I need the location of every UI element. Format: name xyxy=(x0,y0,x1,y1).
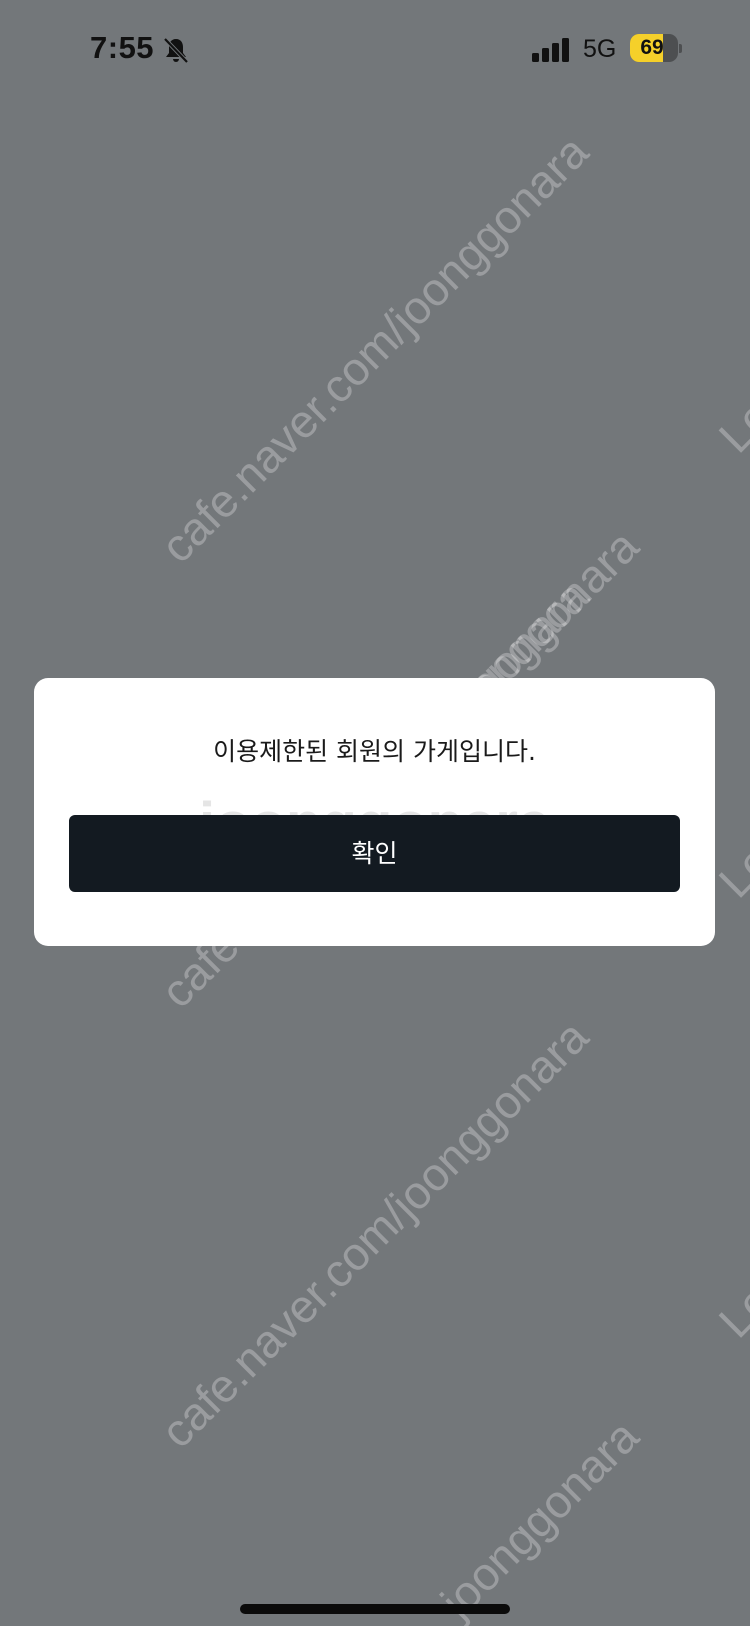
home-indicator[interactable] xyxy=(240,1604,510,1614)
bell-slash-icon xyxy=(163,37,189,64)
battery-shell: 69 xyxy=(630,34,678,62)
battery-icon: 69 xyxy=(630,34,682,62)
alert-dialog: joonggonara 이용제한된 회원의 가게입니다. 확인 xyxy=(34,678,715,946)
confirm-button[interactable]: 확인 xyxy=(69,815,680,892)
watermark-edge: Lov xyxy=(708,1258,750,1348)
dialog-message: 이용제한된 회원의 가게입니다. xyxy=(213,737,536,766)
watermark-brand: joonggonara xyxy=(430,1409,649,1626)
battery-tip xyxy=(679,44,682,53)
status-time: 7:55 xyxy=(90,30,155,65)
cellular-signal-icon xyxy=(532,38,569,62)
watermark-edge: Lov xyxy=(708,373,750,463)
status-bar: 7:55 5G 69 xyxy=(0,0,750,100)
watermark-url: cafe.naver.com/joonggonara xyxy=(150,125,598,573)
screen: 7:55 5G 69 cafe.naver.com/joonggonara ca… xyxy=(0,0,750,1626)
watermark-url: cafe.naver.com/joonggonara xyxy=(150,1010,598,1458)
network-type: 5G xyxy=(583,35,617,63)
battery-level: 69 xyxy=(640,36,664,59)
